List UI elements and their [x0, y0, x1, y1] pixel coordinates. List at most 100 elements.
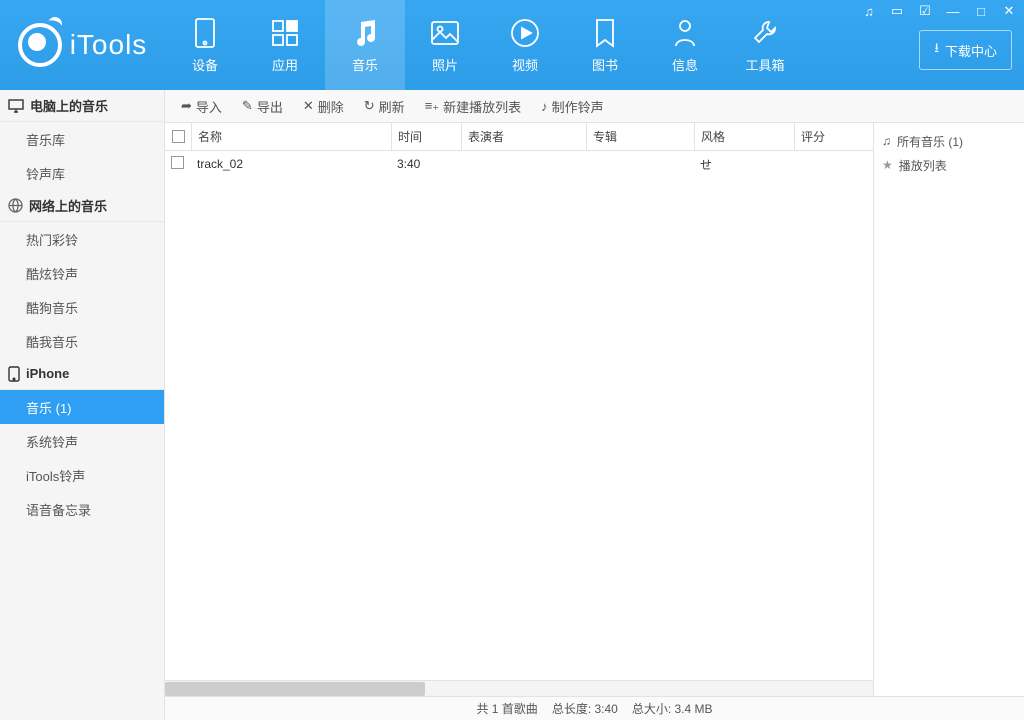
main-area: ➦导入 ✎导出 ✕删除 ↻刷新 ≡₊新建播放列表 ♪制作铃声 名称 时间 表演者…	[165, 90, 1024, 720]
sidebar-item-itools-ringtones[interactable]: iTools铃声	[0, 458, 164, 492]
sidebar: 电脑上的音乐 音乐库 铃声库 网络上的音乐 热门彩铃 酷炫铃声 酷狗音乐 酷我音…	[0, 90, 165, 720]
track-table: 名称 时间 表演者 专辑 风格 评分 track_02 3:40 せ	[165, 123, 874, 696]
logo-icon	[18, 23, 62, 67]
apps-icon	[269, 17, 301, 49]
nav-device[interactable]: 设备	[165, 0, 245, 90]
header-checkbox[interactable]	[165, 123, 191, 150]
export-icon: ✎	[242, 98, 253, 114]
cell-name: track_02	[191, 157, 391, 171]
download-label: 下载中心	[945, 41, 997, 60]
titlebar-chat-icon[interactable]: ▭	[888, 4, 906, 18]
status-size: 总大小: 3.4 MB	[632, 700, 713, 717]
window-controls: ♫ ▭ ☑ — □ ✕	[860, 4, 1018, 18]
nav-label: 照片	[432, 55, 458, 74]
horizontal-scrollbar[interactable]	[165, 680, 873, 696]
delete-icon: ✕	[303, 98, 314, 114]
download-center-button[interactable]: ⭳ 下载中心	[919, 30, 1012, 70]
row-checkbox[interactable]	[165, 156, 191, 172]
content-area: 名称 时间 表演者 专辑 风格 评分 track_02 3:40 せ	[165, 123, 1024, 696]
section-title: 网络上的音乐	[29, 196, 107, 215]
nav-label: 图书	[592, 55, 618, 74]
logo-area: iTools	[0, 0, 165, 90]
titlebar-feedback-icon[interactable]: ☑	[916, 4, 934, 18]
nav-info[interactable]: 信息	[645, 0, 725, 90]
sidebar-item-system-ringtones[interactable]: 系统铃声	[0, 424, 164, 458]
table-body: track_02 3:40 せ	[165, 151, 873, 680]
status-count: 共 1 首歌曲	[476, 700, 537, 717]
books-icon	[589, 17, 621, 49]
playlist-add-icon: ≡₊	[425, 98, 439, 114]
download-icon: ⭳	[934, 39, 939, 61]
sidebar-section-computer[interactable]: 电脑上的音乐	[0, 90, 164, 122]
sidebar-item-cool-ringtones[interactable]: 酷炫铃声	[0, 256, 164, 290]
status-bar: 共 1 首歌曲 总长度: 3:40 总大小: 3.4 MB	[165, 696, 1024, 720]
nav-label: 信息	[672, 55, 698, 74]
nav-toolbox[interactable]: 工具箱	[725, 0, 805, 90]
app-header: iTools 设备 应用 音乐 照片 视频 图书 信息	[0, 0, 1024, 90]
export-button[interactable]: ✎导出	[234, 93, 291, 120]
playlists-item[interactable]: ★ 播放列表	[878, 153, 1020, 177]
titlebar-music-icon[interactable]: ♫	[860, 4, 878, 18]
sidebar-item-kuwo[interactable]: 酷我音乐	[0, 324, 164, 358]
nav-label: 应用	[272, 55, 298, 74]
minimize-icon[interactable]: —	[944, 4, 962, 18]
body-area: 电脑上的音乐 音乐库 铃声库 网络上的音乐 热门彩铃 酷炫铃声 酷狗音乐 酷我音…	[0, 90, 1024, 720]
info-icon	[669, 17, 701, 49]
nav-books[interactable]: 图书	[565, 0, 645, 90]
header-album[interactable]: 专辑	[586, 123, 694, 150]
sidebar-item-music-library[interactable]: 音乐库	[0, 122, 164, 156]
header-time[interactable]: 时间	[391, 123, 461, 150]
refresh-icon: ↻	[364, 98, 375, 114]
sidebar-item-hot-ringtones[interactable]: 热门彩铃	[0, 222, 164, 256]
table-header-row: 名称 时间 表演者 专辑 风格 评分	[165, 123, 873, 151]
nav-videos[interactable]: 视频	[485, 0, 565, 90]
new-playlist-button[interactable]: ≡₊新建播放列表	[417, 93, 529, 120]
sidebar-section-network[interactable]: 网络上的音乐	[0, 190, 164, 222]
star-icon: ★	[882, 158, 893, 172]
status-length: 总长度: 3:40	[552, 700, 618, 717]
section-title: 电脑上的音乐	[30, 96, 108, 115]
phone-icon	[8, 366, 20, 382]
header-genre[interactable]: 风格	[694, 123, 794, 150]
nav-music[interactable]: 音乐	[325, 0, 405, 90]
sidebar-item-voice-memos[interactable]: 语音备忘录	[0, 492, 164, 526]
cell-genre: せ	[694, 156, 794, 173]
app-name: iTools	[70, 29, 148, 61]
header-artist[interactable]: 表演者	[461, 123, 586, 150]
refresh-button[interactable]: ↻刷新	[356, 93, 413, 120]
make-ringtone-button[interactable]: ♪制作铃声	[533, 93, 612, 120]
nav-label: 设备	[192, 55, 218, 74]
scroll-thumb[interactable]	[165, 682, 425, 696]
import-button[interactable]: ➦导入	[173, 93, 230, 120]
nav-photos[interactable]: 照片	[405, 0, 485, 90]
nav-label: 工具箱	[745, 55, 784, 74]
nav-apps[interactable]: 应用	[245, 0, 325, 90]
maximize-icon[interactable]: □	[972, 4, 990, 18]
device-icon	[189, 17, 221, 49]
nav-label: 视频	[512, 55, 538, 74]
sidebar-section-iphone[interactable]: iPhone	[0, 358, 164, 390]
right-panel: ♫ 所有音乐 (1) ★ 播放列表	[874, 123, 1024, 696]
photos-icon	[429, 17, 461, 49]
table-row[interactable]: track_02 3:40 せ	[165, 151, 873, 177]
import-icon: ➦	[181, 98, 192, 114]
delete-button[interactable]: ✕删除	[295, 93, 352, 120]
toolbox-icon	[749, 17, 781, 49]
videos-icon	[509, 17, 541, 49]
sidebar-item-kugou[interactable]: 酷狗音乐	[0, 290, 164, 324]
cell-time: 3:40	[391, 157, 461, 171]
sidebar-item-device-music[interactable]: 音乐 (1)	[0, 390, 164, 424]
nav-label: 音乐	[352, 55, 378, 74]
ringtone-icon: ♪	[541, 99, 548, 114]
globe-icon	[8, 198, 23, 213]
all-music-item[interactable]: ♫ 所有音乐 (1)	[878, 129, 1020, 153]
music-note-icon: ♫	[882, 134, 891, 148]
sidebar-item-ringtone-library[interactable]: 铃声库	[0, 156, 164, 190]
header-rating[interactable]: 评分	[794, 123, 873, 150]
monitor-icon	[8, 99, 24, 113]
toolbar: ➦导入 ✎导出 ✕删除 ↻刷新 ≡₊新建播放列表 ♪制作铃声	[165, 90, 1024, 123]
close-icon[interactable]: ✕	[1000, 4, 1018, 18]
section-title: iPhone	[26, 366, 69, 381]
music-icon	[349, 17, 381, 49]
header-name[interactable]: 名称	[191, 123, 391, 150]
